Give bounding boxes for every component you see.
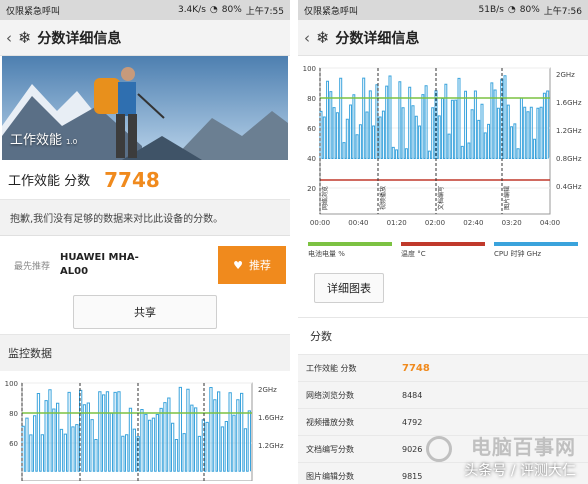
status-bar: 仅限紧急呼叫 3.4K/s ◔ 80% 上午7:55	[0, 0, 290, 20]
hero-version: 1.0	[66, 138, 78, 146]
score-row: 网络浏览分数 8484	[298, 381, 588, 408]
score-row: 工作效能 分数 7748	[298, 354, 588, 381]
y-tick-label: 20	[307, 185, 316, 193]
score-value: 8484	[402, 390, 423, 400]
score-name: 图片编辑分数	[306, 471, 354, 481]
recommend-button[interactable]: ♥ 推荐	[218, 246, 286, 284]
wifi-icon: ◔	[209, 5, 218, 15]
x-tick-label: 02:00	[425, 219, 445, 227]
page-title: 分数详细信息	[37, 30, 122, 47]
segment-marker-label: 网络浏览	[321, 186, 329, 210]
y-tick-label: 100	[303, 65, 316, 73]
y-tick-label: 40	[307, 155, 316, 163]
x-tick-label: 01:20	[387, 219, 407, 227]
x-tick-label: 03:20	[502, 219, 522, 227]
legend-temperature: 温度 °C	[401, 242, 485, 259]
network-speed: 51B/s	[478, 5, 504, 15]
y-tick-label: 100	[5, 380, 18, 388]
monitor-chart-left: 100 80 60 2GHz 1.6GHz 1.2GHz	[0, 371, 290, 484]
time: 上午7:56	[543, 6, 582, 17]
page-title: 分数详细信息	[335, 30, 420, 47]
legend-battery-swatch	[308, 242, 392, 246]
battery-level: 80%	[221, 5, 242, 15]
network-speed: 3.4K/s	[177, 5, 206, 15]
hero-title: 工作效能	[10, 133, 63, 148]
cpu-tick-label: 0.8GHz	[556, 155, 582, 163]
y-tick-label: 60	[9, 440, 18, 448]
cpu-tick-label: 1.6GHz	[258, 414, 284, 422]
cpu-tick-label: 2GHz	[258, 386, 277, 394]
score-name: 工作效能 分数	[306, 363, 357, 373]
score-name: 网络浏览分数	[306, 390, 354, 400]
heart-icon: ♥	[233, 258, 243, 272]
score-value: 4792	[402, 417, 423, 427]
segment-marker-label: 图片编辑	[503, 186, 511, 210]
recommend-button-label: 推荐	[248, 259, 271, 272]
back-icon[interactable]: ‹	[304, 29, 314, 47]
cpu-tick-label: 1.2GHz	[556, 127, 582, 135]
back-icon[interactable]: ‹	[6, 29, 16, 47]
cpu-tick-label: 1.2GHz	[258, 442, 284, 450]
cpu-tick-label: 1.6GHz	[556, 99, 582, 107]
x-tick-label: 02:40	[463, 219, 483, 227]
recommend-label: 最先推荐	[14, 261, 51, 272]
x-tick-label: 04:00	[540, 219, 560, 227]
carrier-text: 仅限紧急呼叫	[304, 6, 359, 17]
y-tick-label: 80	[9, 410, 18, 418]
status-bar: 仅限紧急呼叫 51B/s ◔ 80% 上午7:56	[298, 0, 588, 20]
monitor-title: 监控数据	[0, 334, 290, 371]
device-name: HUAWEI MHA-AL00	[60, 252, 139, 277]
y-tick-label: 80	[307, 95, 316, 103]
segment-marker-label: 视频播放	[379, 186, 387, 210]
legend-cpu-label: CPU 时钟 GHz	[494, 250, 542, 258]
score-row: 工作效能 分数 7748	[0, 160, 290, 200]
legend-battery-label: 电池电量 %	[308, 250, 345, 258]
time: 上午7:55	[245, 6, 284, 17]
score-value: 7748	[402, 362, 430, 374]
snowflake-icon: ❄	[316, 28, 330, 47]
chart-legend: 电池电量 % 温度 °C CPU 时钟 GHz	[298, 242, 588, 259]
wifi-icon: ◔	[507, 5, 516, 15]
legend-cpu-swatch	[494, 242, 578, 246]
no-data-notice: 抱歉,我们没有足够的数据来对比此设备的分数。	[0, 200, 290, 236]
score-label: 工作效能 分数	[8, 174, 91, 189]
monitor-chart-right: 100 80 60 40 20 2GHz 1.6GHz 1.2GHz 0.8GHz 0.4GHz 网…	[298, 56, 588, 240]
y-tick-label: 60	[307, 125, 316, 133]
legend-cpu: CPU 时钟 GHz	[494, 242, 578, 259]
share-row: 共享	[0, 290, 290, 334]
right-screen: 仅限紧急呼叫 51B/s ◔ 80% 上午7:56 ‹ ❄ 分数详细信息 100…	[298, 0, 588, 484]
cpu-tick-label: 2GHz	[556, 71, 575, 79]
score-value: 9815	[402, 471, 423, 481]
score-value: 7748	[104, 167, 160, 192]
app-bar: ‹ ❄ 分数详细信息	[298, 20, 588, 56]
watermark-brand: 电脑百事网	[471, 435, 576, 459]
score-name: 文档编写分数	[306, 444, 354, 454]
legend-battery: 电池电量 %	[308, 242, 392, 259]
legend-temperature-label: 温度 °C	[401, 250, 426, 258]
watermark-logo-icon	[426, 436, 452, 462]
score-value: 9026	[402, 444, 423, 454]
x-tick-label: 00:40	[348, 219, 368, 227]
watermark: 电脑百事网 头条号 / 评测大仁	[464, 431, 576, 480]
battery-level: 80%	[519, 5, 540, 15]
snowflake-icon: ❄	[18, 28, 32, 47]
share-button[interactable]: 共享	[73, 295, 217, 329]
x-tick-label: 00:00	[310, 219, 330, 227]
app-bar: ‹ ❄ 分数详细信息	[0, 20, 290, 56]
score-name: 视频播放分数	[306, 417, 354, 427]
monitor-chart-right-svg: 100 80 60 40 20 2GHz 1.6GHz 1.2GHz 0.8GHz 0.4GHz 网…	[303, 65, 582, 227]
watermark-caption: 头条号 / 评测大仁	[464, 463, 576, 479]
carrier-text: 仅限紧急呼叫	[6, 6, 61, 17]
scores-title: 分数	[298, 317, 588, 354]
segment-marker-label: 文档编写	[437, 186, 445, 210]
recommend-row: 最先推荐 HUAWEI MHA-AL00 ♥ 推荐	[0, 242, 290, 288]
left-screen: 仅限紧急呼叫 3.4K/s ◔ 80% 上午7:55 ‹ ❄ 分数详细信息 工作…	[0, 0, 290, 484]
legend-temperature-swatch	[401, 242, 485, 246]
cpu-tick-label: 0.4GHz	[556, 183, 582, 191]
hero-banner: 工作效能 1.0	[2, 56, 288, 160]
monitor-chart-left-svg: 100 80 60 2GHz 1.6GHz 1.2GHz	[5, 380, 284, 482]
detail-chart-button[interactable]: 详细图表	[314, 273, 384, 303]
hero-label: 工作效能 1.0	[10, 129, 77, 148]
